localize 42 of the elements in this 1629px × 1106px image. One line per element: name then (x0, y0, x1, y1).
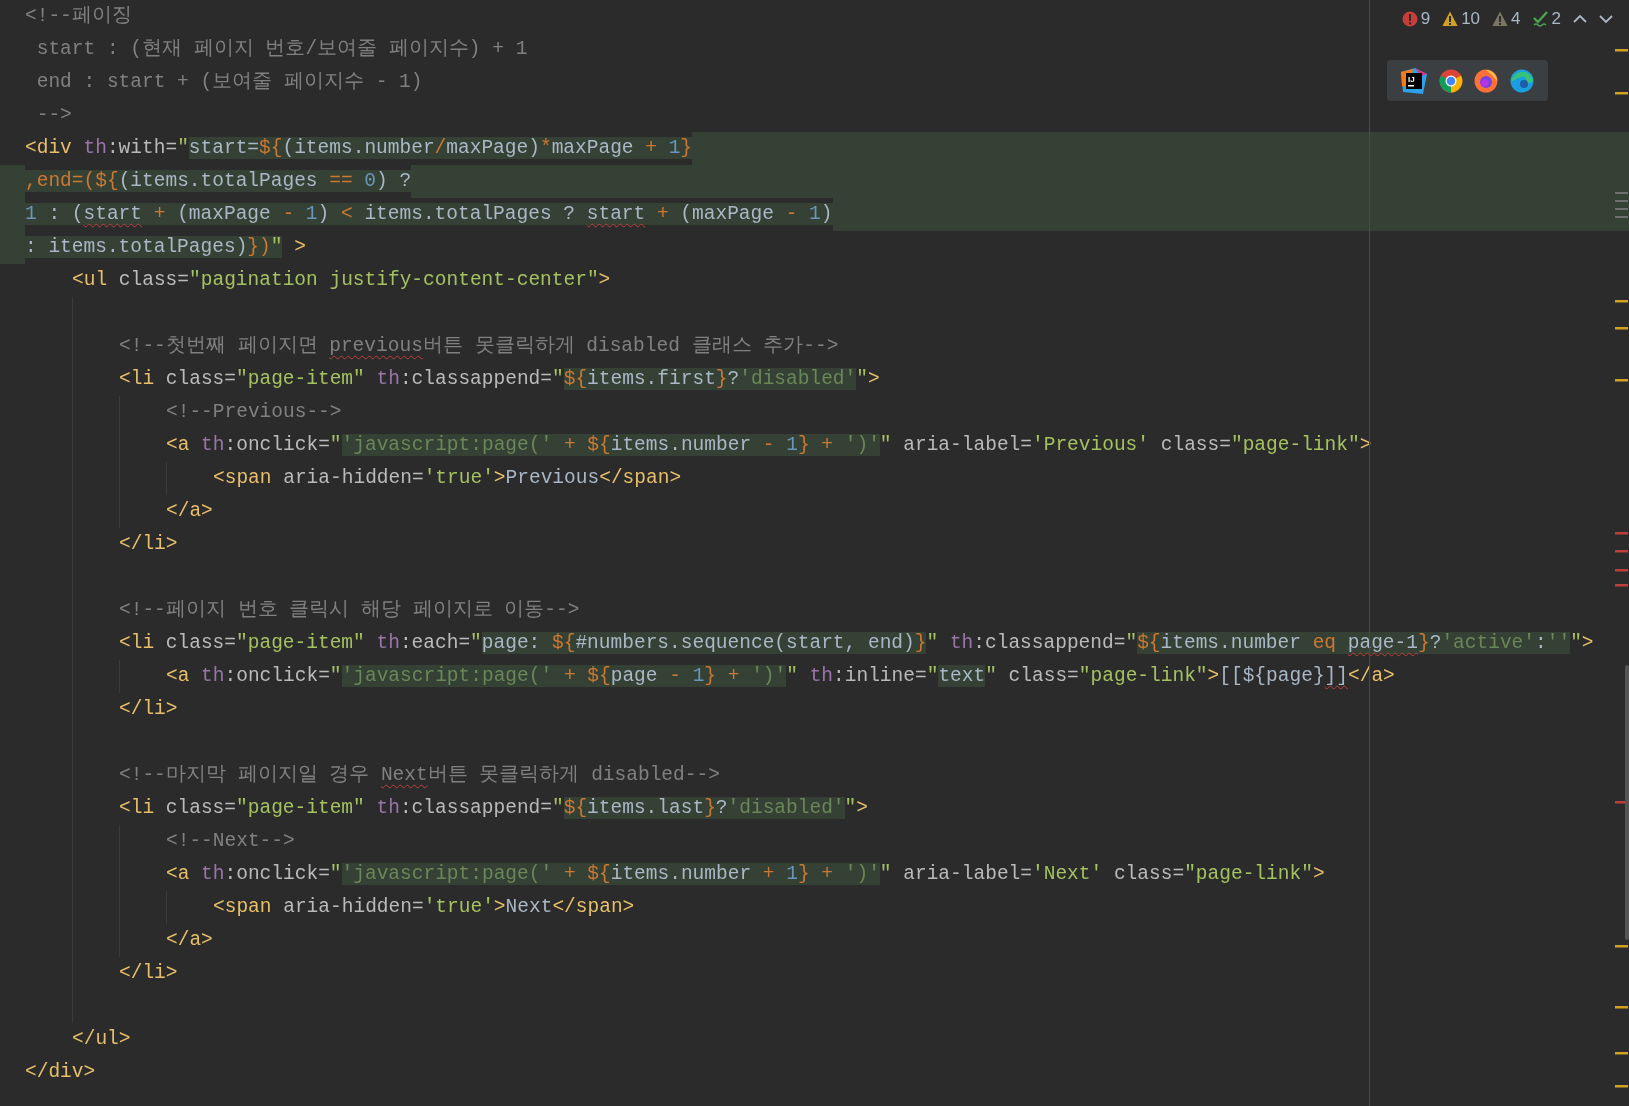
code-comment: <!--페이징 (25, 4, 132, 29)
code-line: <ul class="pagination justify-content-center"> (72, 268, 611, 293)
browser-icon[interactable] (1510, 68, 1535, 93)
code-comment: start : (현재 페이지 번호/보여줄 페이지수) + 1 (35, 37, 528, 62)
browser-icon[interactable] (1474, 68, 1499, 93)
code-line: </a> (166, 499, 213, 524)
code-line: </li> (119, 532, 178, 557)
inspection-counter[interactable]: 2 (1532, 6, 1561, 32)
code-line: <li class="page-item" th:classappend="${items.first}?'disabled'"> (119, 367, 880, 392)
code-line: <li class="page-item" th:each="page: ${#numbers.sequence(start, end)}" th:classappend="${items.number eq page-1}?'active':''"> (119, 631, 1594, 656)
code-line: </ul> (72, 1027, 131, 1052)
code-line: </li> (119, 961, 178, 986)
code-line: : items.totalPages)})" > (25, 235, 306, 260)
code-line: ,end=(${(items.totalPages == 0) ? (25, 169, 412, 194)
code-comment: <!--첫번째 페이지면 previous버튼 못클릭하게 disabled 클래스 추가--> (119, 334, 839, 359)
chevron-up-icon[interactable] (1573, 13, 1587, 24)
error-icon (1401, 10, 1418, 27)
code-line: <a th:onclick="'javascript:page(' + ${page - 1} + ')'" th:inline="text" class="page-link">[[${page}]]</a> (166, 664, 1395, 689)
code-line: <li class="page-item" th:classappend="${items.last}?'disabled'"> (119, 796, 868, 821)
code-line: <div th:with="start=${(items.number/maxPage)*maxPage + 1} (25, 136, 693, 161)
code-line: <span aria-hidden='true'>Next</span> (213, 895, 635, 920)
chevron-down-icon[interactable] (1599, 13, 1613, 24)
code-comment: <!--마지막 페이지일 경우 Next 버튼 못클릭하게 disabled--> (119, 763, 720, 788)
code-comment: <!--Previous--> (166, 400, 342, 425)
warning-icon (1492, 10, 1509, 27)
warning-icon (1442, 10, 1459, 27)
code-comment: end : start + (보여줄 페이지수 - 1) (35, 70, 423, 95)
code-line: </li> (119, 697, 178, 722)
check-icon (1532, 10, 1549, 27)
browser-icon[interactable] (1438, 68, 1463, 93)
code-line: </a> (166, 928, 213, 953)
code-line: 1 : (start + (maxPage - 1) < items.totalPages ? start + (maxPage - 1) (25, 202, 833, 227)
code-line: <span aria-hidden='true'>Previous</span> (213, 466, 682, 491)
code-comment: <!--Next--> (166, 829, 295, 854)
code-comment: --> (35, 103, 72, 128)
inspection-counter[interactable]: 4 (1492, 6, 1521, 32)
code-comment: <!--페이지 번호 클릭시 해당 페이지로 이동--> (119, 598, 580, 623)
ide-icon[interactable]: IJ (1400, 67, 1427, 94)
code-line: <a th:onclick="'javascript:page(' + ${items.number + 1} + ')'" aria-label='Next' class="page-link"> (166, 862, 1325, 887)
inspection-counter[interactable]: 10 (1442, 6, 1481, 32)
code-line: </div> (25, 1060, 96, 1085)
inspection-counter[interactable]: 9 (1401, 6, 1431, 32)
